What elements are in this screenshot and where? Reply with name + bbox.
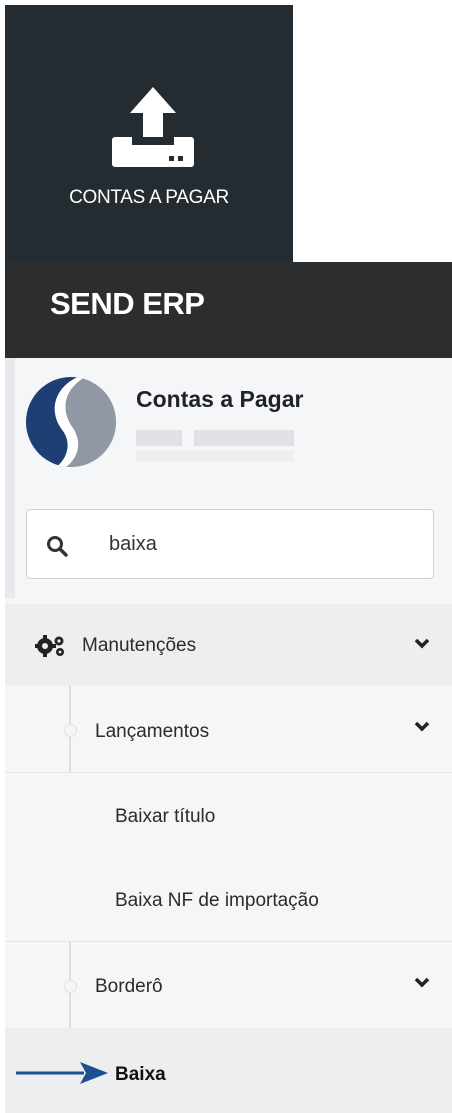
chevron-down-icon[interactable] [414, 721, 430, 733]
menu-subitem-baixar-titulo[interactable]: Baixar título [5, 773, 452, 857]
contas-a-pagar-tile[interactable]: CONTAS A PAGAR [5, 5, 293, 262]
chevron-down-icon[interactable] [414, 638, 430, 650]
menu-item-label: Lançamentos [95, 721, 210, 742]
search-input[interactable] [107, 526, 411, 562]
module-title: Contas a Pagar [136, 386, 304, 412]
menu-group-label: Manutenções [82, 635, 197, 656]
menu-item-lancamentos[interactable]: Lançamentos [5, 686, 452, 773]
tree-node [64, 980, 77, 993]
search-icon [47, 536, 68, 557]
menu-group-manutencoes[interactable]: Manutenções [5, 604, 452, 686]
menu-item-label: Borderô [95, 976, 163, 997]
tile-label: CONTAS A PAGAR [69, 187, 229, 208]
app-header: SEND ERP [5, 262, 452, 358]
menu-item-label: Baixa [115, 1064, 166, 1085]
redacted-text [136, 430, 182, 446]
menu-subitem-label: Baixa NF de importação [115, 890, 319, 911]
menu-subitem-label: Baixar título [115, 806, 216, 827]
menu-subitem-baixa-nf-importacao[interactable]: Baixa NF de importação [5, 857, 452, 942]
upload-tray-icon [112, 87, 194, 167]
redacted-text [194, 430, 294, 446]
pointer-arrow-icon [16, 1062, 108, 1084]
redacted-text [136, 450, 294, 462]
search-box[interactable] [26, 509, 434, 579]
app-title: SEND ERP [50, 286, 205, 321]
panel-edge [5, 358, 15, 598]
menu-item-bordero[interactable]: Borderô [5, 942, 452, 1028]
chevron-down-icon[interactable] [414, 977, 430, 989]
tree-node [64, 724, 77, 737]
module-logo [26, 377, 116, 467]
gears-icon [35, 635, 64, 657]
